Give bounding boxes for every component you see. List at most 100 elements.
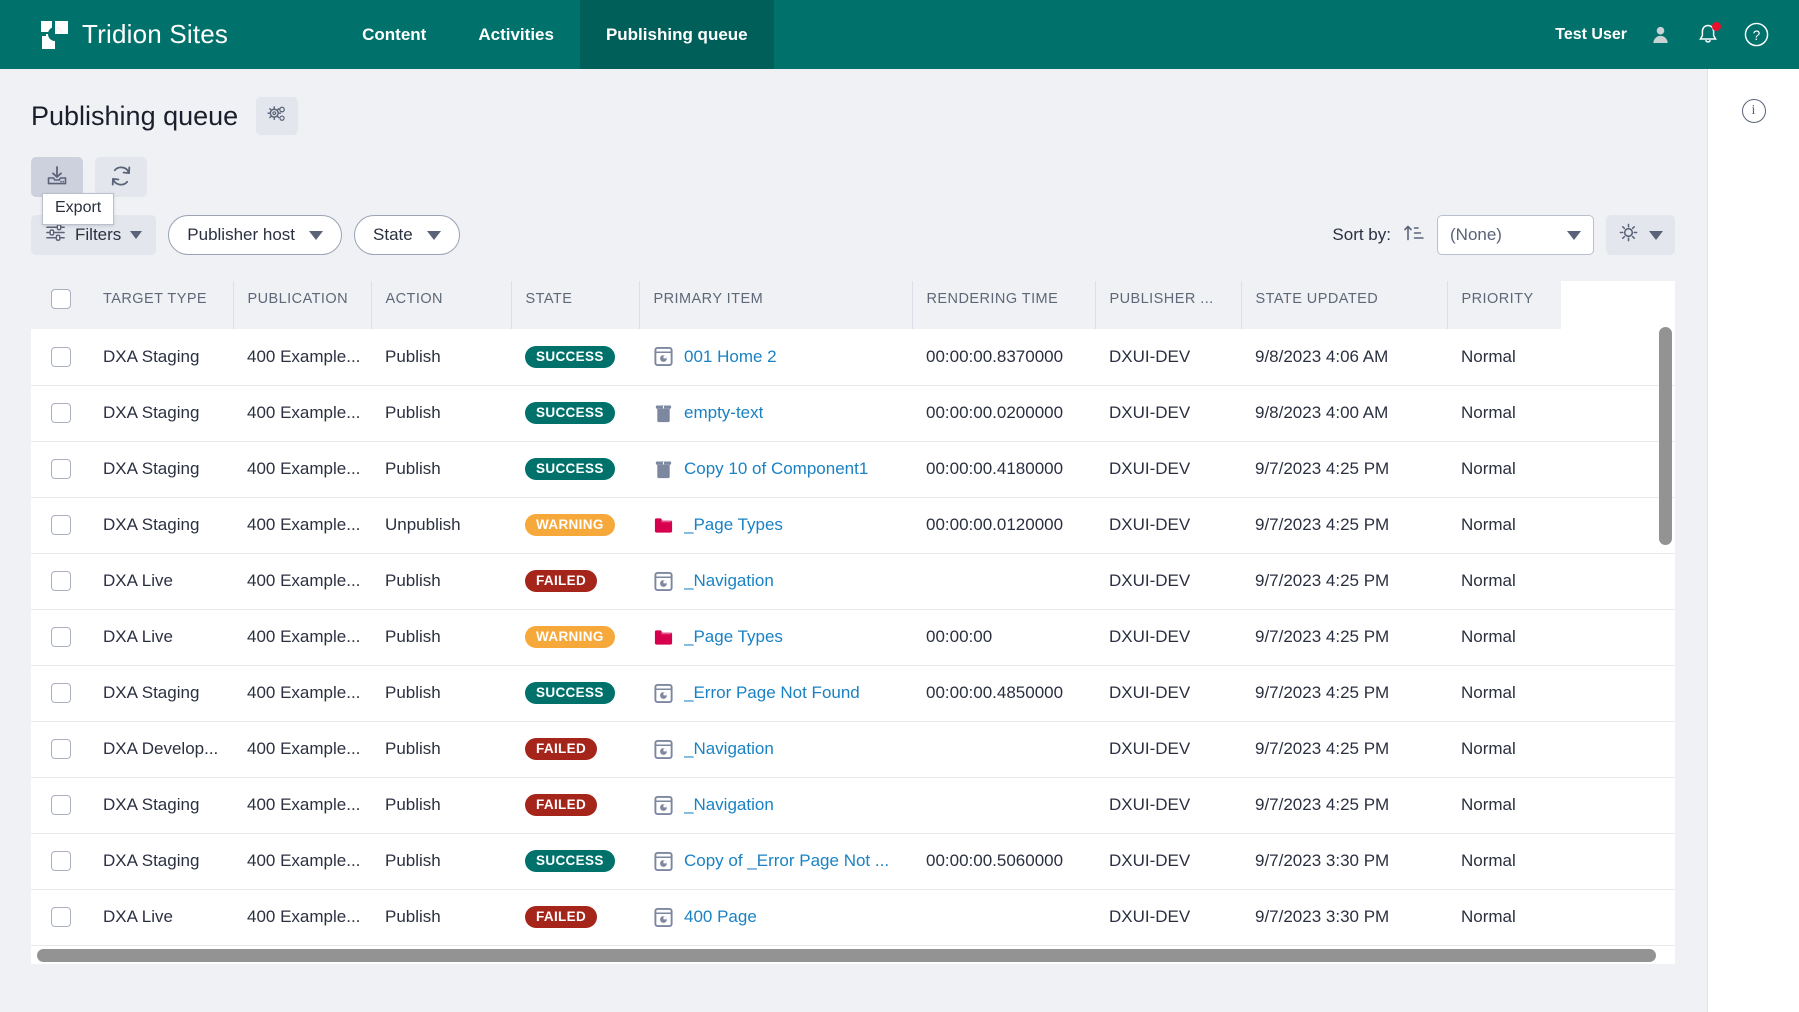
primary-item-link[interactable]: empty-text <box>684 403 763 423</box>
target-type: DXA Staging <box>103 403 200 422</box>
status-badge: SUCCESS <box>525 345 615 368</box>
primary-item-cell: _Page Types <box>639 609 912 666</box>
table-row[interactable]: DXA Staging 400 Example... Publish SUCCESS C… <box>31 441 1675 498</box>
row-checkbox[interactable] <box>51 627 71 647</box>
folder-icon <box>653 515 674 536</box>
table-row[interactable]: DXA Staging 400 Example... Unpublish WARNIN… <box>31 497 1675 554</box>
row-spacer-cell <box>1561 441 1675 498</box>
state-updated-cell: 9/7/2023 3:30 PM <box>1241 889 1447 946</box>
row-checkbox[interactable] <box>51 683 71 703</box>
notifications-bell-icon[interactable] <box>1693 20 1723 50</box>
publication: 400 Example... <box>247 851 361 870</box>
horizontal-scrollbar-thumb[interactable] <box>37 948 1656 962</box>
column-header-state-updated[interactable]: STATE UPDATED <box>1241 281 1448 329</box>
nav-item-publishing-queue[interactable]: Publishing queue <box>579 0 774 69</box>
primary-item-link[interactable]: _Navigation <box>684 739 774 759</box>
status-badge: SUCCESS <box>525 849 615 873</box>
primary-item-link[interactable]: 001 Home 2 <box>684 347 777 367</box>
column-header-action[interactable]: ACTION <box>371 281 512 329</box>
target-type: DXA Live <box>103 627 173 646</box>
nav-item-activities[interactable]: Activities <box>452 0 580 69</box>
table-row[interactable]: DXA Staging 400 Example... Publish FAILED _N… <box>31 777 1675 834</box>
table-row[interactable]: DXA Staging 400 Example... Publish SUCCESS 0… <box>31 329 1675 386</box>
table-row[interactable]: DXA Live 400 Example... Publish FAILED _Navi… <box>31 553 1675 610</box>
publisher-host-filter-label: Publisher host <box>187 225 296 244</box>
page-header: Publishing queue <box>0 69 1707 135</box>
refresh-button[interactable] <box>95 157 147 197</box>
nav-item-content[interactable]: Content <box>336 0 452 69</box>
column-header-publisher[interactable]: PUBLISHER ... <box>1095 281 1242 329</box>
row-checkbox[interactable] <box>51 459 71 479</box>
primary-item-link[interactable]: Copy of _Error Page Not ... <box>684 851 889 871</box>
target-type-cell: DXA Staging <box>89 329 233 386</box>
target-type: DXA Staging <box>103 459 200 478</box>
vertical-scrollbar-thumb[interactable] <box>1659 327 1672 545</box>
publishing-settings-button[interactable] <box>256 97 299 135</box>
row-checkbox[interactable] <box>51 795 71 815</box>
state-filter[interactable]: State <box>354 215 460 255</box>
user-name: Test User <box>1555 25 1627 43</box>
primary-item-link[interactable]: Copy 10 of Component1 <box>684 459 868 479</box>
info-icon[interactable]: i <box>1741 99 1766 123</box>
primary-item-link[interactable]: _Page Types <box>684 515 783 535</box>
publication-cell: 400 Example... <box>233 833 371 890</box>
column-settings-button[interactable] <box>1606 215 1675 255</box>
row-checkbox[interactable] <box>51 851 71 871</box>
publisher-cell: DXUI-DEV <box>1095 609 1241 666</box>
row-select-cell <box>31 385 89 442</box>
primary-item-link[interactable]: 400 Page <box>684 907 757 927</box>
state-cell: FAILED <box>511 553 639 610</box>
primary-item-cell: _Page Types <box>639 497 912 554</box>
sort-by-select[interactable]: (None) <box>1437 215 1594 255</box>
rendering-time-cell <box>912 721 1095 778</box>
user-icon[interactable] <box>1645 20 1675 50</box>
gear-icon <box>1618 222 1639 248</box>
table-row[interactable]: DXA Live 400 Example... Publish FAILED 400 P… <box>31 889 1675 946</box>
primary-item-link[interactable]: _Error Page Not Found <box>684 683 860 703</box>
rendering-time: 00:00:00.4180000 <box>926 459 1064 478</box>
column-header-target-type[interactable]: TARGET TYPE <box>89 281 234 329</box>
table-row[interactable]: DXA Live 400 Example... Publish WARNING _Pag… <box>31 609 1675 666</box>
row-checkbox[interactable] <box>51 739 71 759</box>
row-checkbox[interactable] <box>51 907 71 927</box>
column-header-primary-item[interactable]: PRIMARY ITEM <box>639 281 913 329</box>
state-updated-cell: 9/7/2023 3:30 PM <box>1241 833 1447 890</box>
column-header-publication[interactable]: PUBLICATION <box>233 281 372 329</box>
target-type-cell: DXA Develop... <box>89 721 233 778</box>
priority-cell: Normal <box>1447 553 1561 610</box>
target-type-cell: DXA Live <box>89 609 233 666</box>
action-toolbar: Export <box>0 135 1707 225</box>
publishing-queue-table-container: TARGET TYPE PUBLICATION ACTION STATE PRI… <box>31 281 1675 964</box>
row-select-cell <box>31 553 89 610</box>
primary-item-link[interactable]: _Navigation <box>684 795 774 815</box>
column-header-state[interactable]: STATE <box>511 281 640 329</box>
row-checkbox[interactable] <box>51 403 71 423</box>
sort-ascending-icon[interactable] <box>1403 222 1425 249</box>
priority: Normal <box>1461 683 1516 702</box>
row-checkbox[interactable] <box>51 346 71 367</box>
priority: Normal <box>1461 627 1516 646</box>
status-badge: FAILED <box>525 737 598 761</box>
help-icon[interactable]: ? <box>1741 20 1771 50</box>
target-type: DXA Staging <box>103 851 200 870</box>
publisher-host-filter[interactable]: Publisher host <box>168 215 343 255</box>
row-checkbox[interactable] <box>51 571 71 591</box>
action-cell: Publish <box>371 889 511 946</box>
table-row[interactable]: DXA Staging 400 Example... Publish SUCCESS C… <box>31 833 1675 890</box>
primary-item-link[interactable]: _Navigation <box>684 571 774 591</box>
table-row[interactable]: DXA Develop... 400 Example... Publish FAILE… <box>31 721 1675 778</box>
table-header: TARGET TYPE PUBLICATION ACTION STATE PRI… <box>31 281 1675 329</box>
table-row[interactable]: DXA Staging 400 Example... Publish SUCCESS e… <box>31 385 1675 442</box>
primary-item-link[interactable]: _Page Types <box>684 627 783 647</box>
select-all-checkbox[interactable] <box>51 289 71 309</box>
rendering-time: 00:00:00.5060000 <box>926 851 1064 870</box>
export-button[interactable] <box>31 157 83 197</box>
row-checkbox[interactable] <box>51 515 71 535</box>
column-header-priority[interactable]: PRIORITY <box>1447 281 1561 329</box>
priority-cell: Normal <box>1447 665 1561 722</box>
rendering-time-cell <box>912 777 1095 834</box>
rendering-time-cell: 00:00:00.0200000 <box>912 385 1095 442</box>
column-header-rendering-time[interactable]: RENDERING TIME <box>912 281 1096 329</box>
rendering-time-cell: 00:00:00.0120000 <box>912 497 1095 554</box>
table-row[interactable]: DXA Staging 400 Example... Publish SUCCESS _… <box>31 665 1675 722</box>
